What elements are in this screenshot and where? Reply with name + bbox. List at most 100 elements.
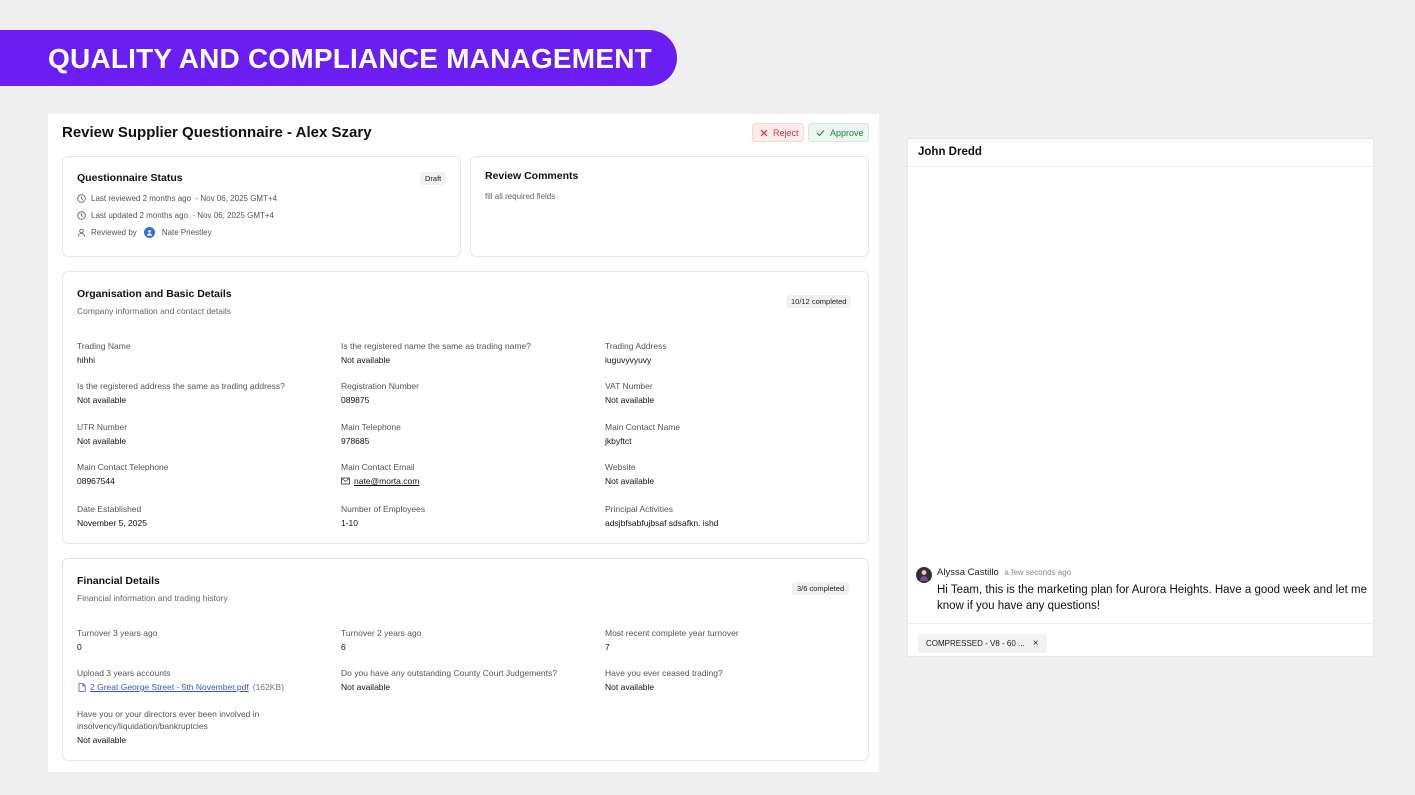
field-value-text: 089875 — [341, 395, 370, 405]
field-value: hihhi — [77, 354, 317, 366]
field-main-contact-name: Main Contact Name jkbyftct — [605, 421, 845, 447]
field-value: Not available — [77, 394, 317, 406]
field-value-text: 08967544 — [77, 476, 115, 486]
field-value-text: 0 — [77, 642, 82, 652]
field-value-text: jkbyftct — [605, 436, 632, 446]
reviewer-avatar — [143, 227, 155, 238]
remove-attachment-icon[interactable]: × — [1033, 638, 1039, 649]
field-value-text: Not available — [77, 436, 127, 446]
field-recent-turnover: Most recent complete year turnover 7 — [605, 627, 845, 653]
field-value-text: 6 — [341, 642, 346, 652]
message-header: Alyssa Castillo a few seconds ago — [937, 567, 1071, 578]
field-label: Trading Address — [605, 341, 667, 351]
banner-title: QUALITY AND COMPLIANCE MANAGEMENT — [48, 43, 652, 74]
chat-panel: John Dredd Alyssa Castillo a few seconds… — [907, 138, 1374, 657]
chat-header: John Dredd — [908, 139, 1373, 167]
field-value: adsjbfsabfujbsaf sdsafkn. ishd — [605, 517, 845, 529]
field-value: November 5, 2025 — [77, 517, 317, 529]
field-value-text: Not available — [341, 682, 391, 692]
field-value: 6 — [341, 641, 581, 653]
field-utr-number: UTR Number Not available — [77, 421, 317, 447]
email-link[interactable]: nate@morta.com — [354, 475, 419, 487]
field-label: Turnover 2 years ago — [341, 628, 422, 638]
organisation-details-card: Organisation and Basic Details Company i… — [62, 271, 869, 544]
field-label: Number of Employees — [341, 504, 426, 514]
field-value: 2 Great George Street - 5th November.pdf… — [77, 681, 317, 693]
field-date-established: Date Established November 5, 2025 — [77, 503, 317, 529]
field-value-text: Not available — [77, 395, 127, 405]
field-value-text: November 5, 2025 — [77, 518, 147, 528]
field-label: Registration Number — [341, 381, 419, 391]
file-icon — [77, 682, 86, 692]
field-value-text: adsjbfsabfujbsaf sdsafkn. ishd — [605, 518, 719, 528]
field-trading-address: Trading Address iuguvyvyuvy — [605, 340, 845, 366]
field-value-text: 7 — [605, 642, 610, 652]
page-title: Review Supplier Questionnaire - Alex Sza… — [62, 124, 372, 141]
message-author: Alyssa Castillo — [937, 567, 999, 578]
reviewed-by-row: Reviewed by Nate Priestley — [77, 227, 212, 238]
field-value-text: 1-10 — [341, 518, 359, 528]
field-label: Main Contact Name — [605, 422, 681, 432]
field-label: Most recent complete year turnover — [605, 628, 739, 638]
mail-icon — [341, 477, 350, 486]
field-value: iuguvyvyuvy — [605, 354, 845, 366]
section-subtitle: Company information and contact details — [77, 306, 232, 316]
field-value: Not available — [341, 681, 581, 693]
field-label: Have you or your directors ever been inv… — [77, 709, 260, 731]
field-label: Upload 3 years accounts — [77, 668, 171, 678]
file-link[interactable]: 2 Great George Street - 5th November.pdf — [90, 681, 249, 693]
field-value-text: iuguvyvyuvy — [605, 355, 652, 365]
field-value: Not available — [341, 354, 581, 366]
field-label: VAT Number — [605, 381, 653, 391]
completion-badge: 10/12 completed — [786, 295, 852, 308]
field-value: 0 — [77, 641, 317, 653]
field-registered-address-same: Is the registered address the same as tr… — [77, 380, 317, 406]
file-size: (162KB) — [252, 682, 284, 692]
field-value: 978685 — [341, 435, 581, 447]
field-insolvency: Have you or your directors ever been inv… — [77, 708, 309, 746]
field-value-text: Not available — [341, 355, 391, 365]
comments-card-title: Review Comments — [485, 170, 579, 182]
field-label: Main Telephone — [341, 422, 401, 432]
field-number-of-employees: Number of Employees 1-10 — [341, 503, 581, 529]
field-value: nate@morta.com — [341, 475, 581, 487]
field-label: Main Contact Email — [341, 462, 415, 472]
status-card-title: Questionnaire Status — [77, 172, 183, 184]
field-value-text: 978685 — [341, 436, 370, 446]
field-value: Not available — [605, 681, 845, 693]
field-upload-accounts: Upload 3 years accounts 2 Great George S… — [77, 667, 317, 693]
reject-label: Reject — [773, 127, 799, 138]
field-label: Date Established — [77, 504, 142, 514]
field-label: Trading Name — [77, 341, 131, 351]
field-label: Principal Activities — [605, 504, 674, 514]
approve-label: Approve — [830, 127, 864, 138]
field-vat-number: VAT Number Not available — [605, 380, 845, 406]
last-updated-row: Last updated 2 months ago - Nov 06, 2025… — [77, 211, 274, 220]
field-ceased-trading: Have you ever ceased trading? Not availa… — [605, 667, 845, 693]
last-updated-text: Last updated 2 months ago - Nov 06, 2025… — [91, 211, 274, 220]
user-icon — [77, 228, 86, 237]
field-label: Turnover 3 years ago — [77, 628, 158, 638]
field-label: Do you have any outstanding County Court… — [341, 668, 557, 678]
approve-button[interactable]: Approve — [808, 123, 869, 142]
message-text: Hi Team, this is the marketing plan for … — [937, 584, 1367, 612]
section-subtitle: Financial information and trading histor… — [77, 593, 228, 603]
field-main-contact-telephone: Main Contact Telephone 08967544 — [77, 461, 317, 487]
section-title: Financial Details — [77, 575, 160, 587]
field-label: Website — [605, 462, 636, 472]
field-main-telephone: Main Telephone 978685 — [341, 421, 581, 447]
section-banner: QUALITY AND COMPLIANCE MANAGEMENT — [0, 30, 677, 86]
section-title: Organisation and Basic Details — [77, 288, 232, 300]
field-value: jkbyftct — [605, 435, 845, 447]
field-registered-name-same: Is the registered name the same as tradi… — [341, 340, 581, 366]
field-value: 089875 — [341, 394, 581, 406]
questionnaire-status-card: Questionnaire Status Draft Last reviewed… — [62, 156, 461, 257]
chat-recipient-name: John Dredd — [918, 146, 982, 158]
review-comment-text: fill all required fields — [485, 192, 556, 201]
field-label: Main Contact Telephone — [77, 462, 169, 472]
field-registration-number: Registration Number 089875 — [341, 380, 581, 406]
reject-button[interactable]: Reject — [752, 123, 804, 142]
attachment-chip[interactable]: COMPRESSED - V8 - 60 ... × — [918, 634, 1047, 653]
field-value-text: Not available — [605, 682, 655, 692]
financial-details-card: Financial Details Financial information … — [62, 558, 869, 761]
